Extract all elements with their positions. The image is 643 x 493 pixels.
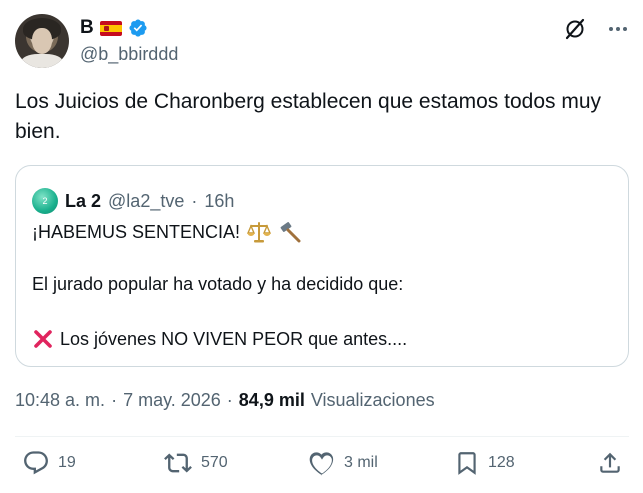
share-icon: [597, 449, 623, 477]
tweet-time[interactable]: 10:48 a. m.: [15, 390, 105, 411]
bookmark-button[interactable]: 128: [454, 449, 515, 477]
quoted-line-1-text: ¡HABEMUS SENTENCIA!: [32, 221, 241, 242]
like-count: 3 mil: [344, 454, 378, 471]
cross-mark-icon: [32, 328, 54, 350]
grok-icon[interactable]: [563, 17, 587, 41]
reply-count: 19: [58, 454, 76, 471]
reply-icon: [22, 449, 50, 477]
tweet-text: Los Juicios de Charonberg establecen que…: [15, 90, 602, 143]
quoted-author-handle[interactable]: @la2_tve: [108, 191, 184, 212]
scales-icon: [246, 221, 272, 243]
quoted-line-3-text: Los jóvenes NO VIVEN PEOR que antes....: [60, 328, 408, 349]
verified-badge-icon[interactable]: [128, 18, 148, 38]
spain-flag-icon: [99, 20, 122, 36]
bookmark-count: 128: [488, 454, 515, 471]
more-icon[interactable]: [607, 18, 629, 40]
quoted-tweet[interactable]: 2 La 2 @la2_tve · 16h ¡HABEMUS SENTENCIA…: [15, 165, 629, 367]
views-label: Visualizaciones: [310, 390, 435, 410]
top-actions: [563, 17, 629, 41]
divider: [15, 436, 629, 437]
quoted-line-2: El jurado popular ha votado y ha decidid…: [32, 274, 403, 295]
tweet-date[interactable]: 7 may. 2026: [123, 390, 221, 411]
quoted-separator: ·: [191, 190, 198, 211]
repost-count: 570: [201, 454, 228, 471]
meta-separator: ·: [111, 390, 118, 410]
quoted-line-1: ¡HABEMUS SENTENCIA!: [32, 221, 302, 243]
author-avatar[interactable]: [15, 14, 69, 68]
action-bar: 19 570 3 mil 128: [0, 449, 643, 487]
share-button[interactable]: [597, 449, 623, 477]
author-name-row: B: [80, 15, 148, 41]
author-handle[interactable]: @b_bbirddd: [80, 44, 178, 65]
views-count: 84,9 mil: [238, 390, 305, 410]
quoted-line-3: Los jóvenes NO VIVEN PEOR que antes....: [32, 328, 407, 350]
author-name[interactable]: B: [80, 17, 94, 39]
quoted-line-2-text: El jurado popular ha votado y ha decidid…: [32, 274, 404, 294]
hammer-icon: [278, 221, 302, 243]
meta-separator-2: ·: [226, 390, 233, 410]
like-icon: [308, 449, 336, 477]
bookmark-icon: [454, 449, 480, 477]
like-button[interactable]: 3 mil: [308, 449, 378, 477]
tweet-meta: 10:48 a. m. · 7 may. 2026 · 84,9 mil Vis…: [15, 390, 435, 411]
repost-icon: [163, 449, 193, 477]
quoted-author-avatar[interactable]: 2: [32, 188, 58, 214]
quoted-author-name[interactable]: La 2: [65, 191, 101, 212]
repost-button[interactable]: 570: [163, 449, 228, 477]
reply-button[interactable]: 19: [22, 449, 76, 477]
quoted-time[interactable]: 16h: [204, 191, 234, 212]
quoted-tweet-header: 2 La 2 @la2_tve · 16h: [32, 188, 234, 214]
